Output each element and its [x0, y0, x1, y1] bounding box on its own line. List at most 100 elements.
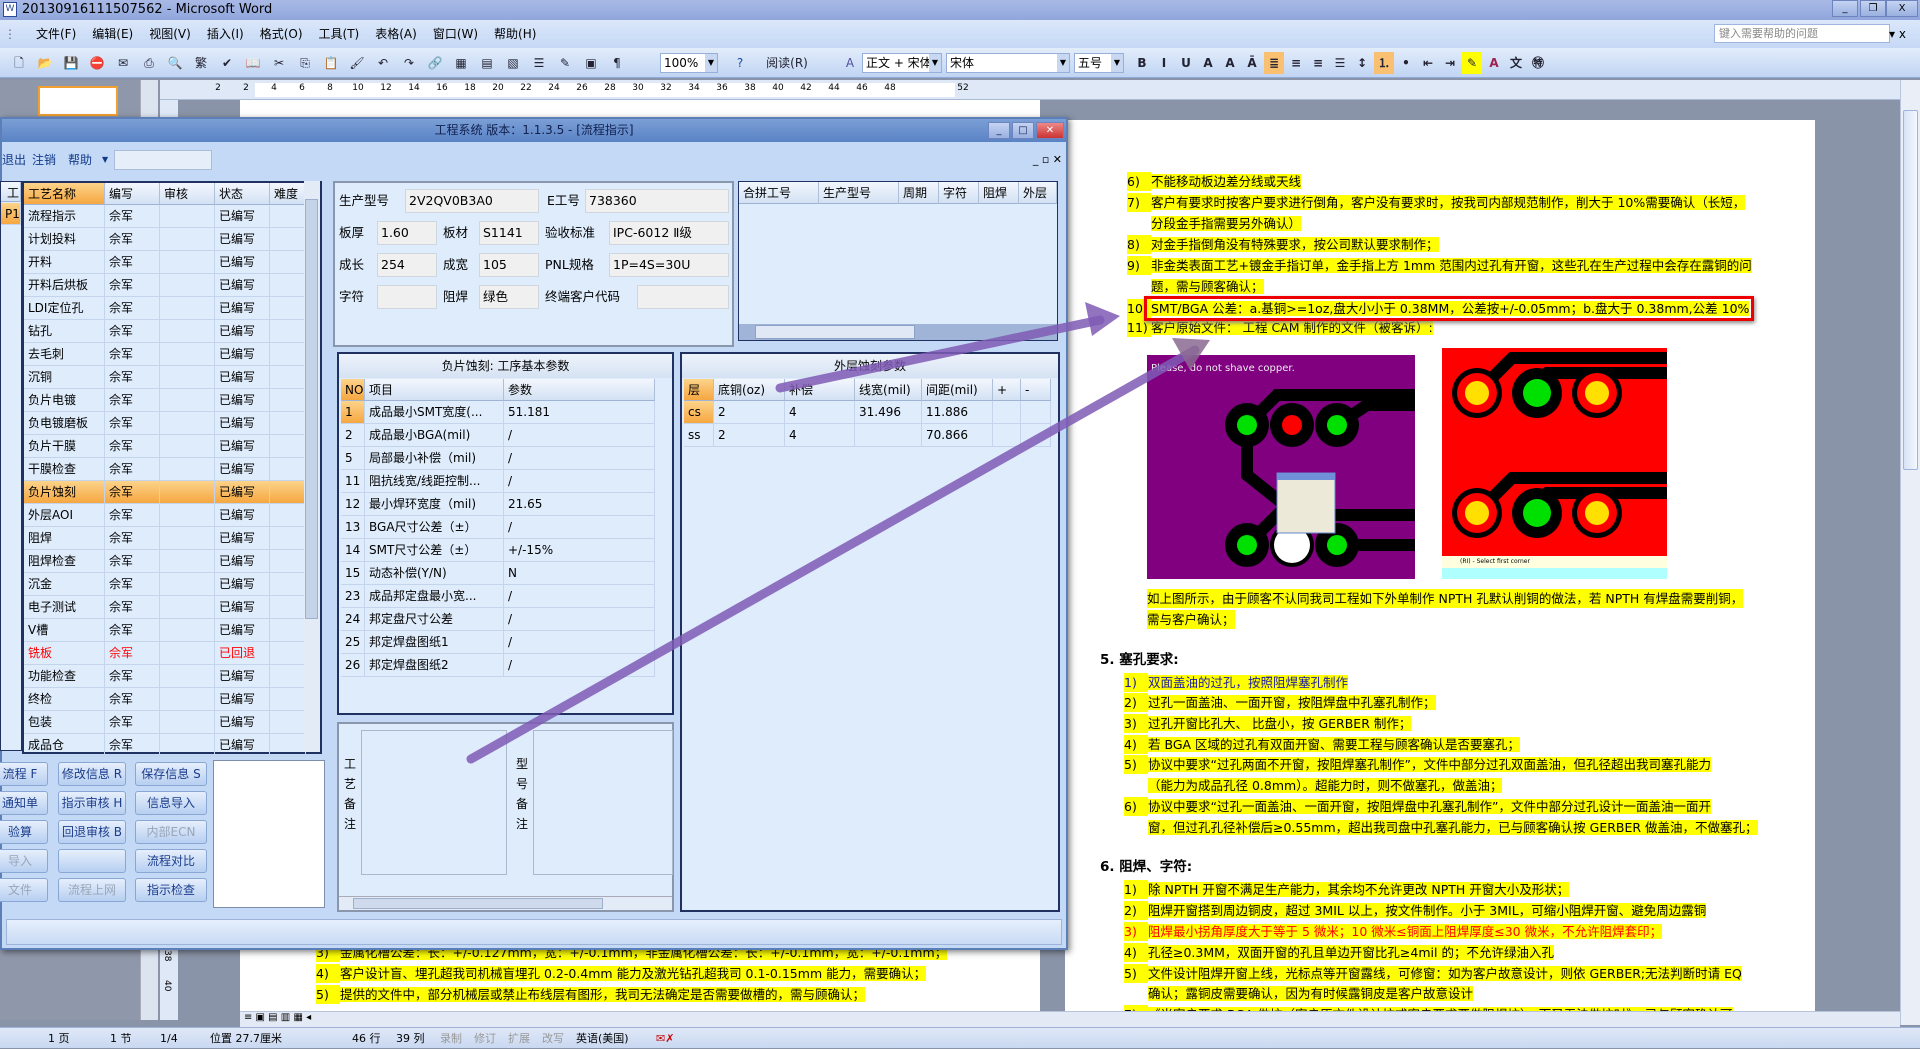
- process-cell[interactable]: 佘军: [105, 435, 160, 458]
- merge-grid-hscrollbar[interactable]: [739, 324, 1057, 340]
- process-cell[interactable]: 已编写: [215, 320, 270, 343]
- param-cell[interactable]: SMT尺寸公差（±）: [365, 539, 504, 562]
- process-cell[interactable]: 功能检查: [24, 665, 105, 688]
- outer-cell[interactable]: [993, 424, 1021, 447]
- param-cell[interactable]: 5: [341, 447, 365, 470]
- track-changes-indicator[interactable]: 修订: [474, 1028, 496, 1049]
- trad-chinese-icon[interactable]: 繁: [190, 52, 212, 74]
- process-cell[interactable]: 佘军: [105, 458, 160, 481]
- outer-cell[interactable]: 4: [785, 401, 855, 424]
- process-cell[interactable]: 已编写: [215, 389, 270, 412]
- solder-mask-field[interactable]: 绿色: [479, 285, 539, 309]
- outdent-icon[interactable]: ⇤: [1418, 52, 1438, 74]
- process-cell[interactable]: [270, 596, 306, 619]
- outer-cell[interactable]: 70.866: [922, 424, 993, 447]
- process-cell[interactable]: [270, 734, 306, 757]
- redo-icon[interactable]: ↷: [398, 52, 420, 74]
- process-cell[interactable]: [270, 412, 306, 435]
- param-cell[interactable]: 25: [341, 631, 365, 654]
- thickness-field[interactable]: 1.60: [377, 221, 437, 245]
- zoom-select[interactable]: 100% ▼: [660, 53, 718, 73]
- copy-icon[interactable]: ⎘: [294, 52, 316, 74]
- mdi-controls[interactable]: _ ▫ ✕: [1033, 147, 1062, 173]
- new-doc-icon[interactable]: 🗋: [8, 52, 30, 74]
- param-cell[interactable]: 邦定焊盘图纸1: [365, 631, 504, 654]
- process-cell[interactable]: [160, 435, 215, 458]
- process-cell[interactable]: [270, 251, 306, 274]
- process-cell[interactable]: 佘军: [105, 527, 160, 550]
- process-cell[interactable]: [160, 734, 215, 757]
- param-cell[interactable]: 邦定盘尺寸公差: [365, 608, 504, 631]
- indent-icon[interactable]: ⇥: [1440, 52, 1460, 74]
- extend-indicator[interactable]: 扩展: [508, 1028, 530, 1049]
- font-color-icon[interactable]: A: [1484, 52, 1504, 74]
- model-remark-input[interactable]: [533, 730, 673, 875]
- styles-icon[interactable]: A: [840, 52, 860, 74]
- process-cell[interactable]: [160, 274, 215, 297]
- param-cell[interactable]: /: [504, 470, 655, 493]
- process-cell[interactable]: [160, 573, 215, 596]
- param-cell[interactable]: /: [504, 654, 655, 677]
- remarks-hscrollbar[interactable]: [339, 896, 672, 910]
- process-cell[interactable]: [270, 205, 306, 228]
- process-cell[interactable]: [270, 366, 306, 389]
- action-button[interactable]: 指示检查: [135, 878, 207, 902]
- underline-icon[interactable]: U: [1176, 52, 1196, 74]
- process-cell[interactable]: [270, 389, 306, 412]
- action-button[interactable]: 通知单: [0, 791, 48, 815]
- open-icon[interactable]: 📂: [34, 52, 56, 74]
- menu-item-6[interactable]: 表格(A): [367, 20, 425, 48]
- process-cell[interactable]: 已编写: [215, 527, 270, 550]
- param-cell[interactable]: 成品最小BGA(mil): [365, 424, 504, 447]
- cut-icon[interactable]: ✂: [268, 52, 290, 74]
- process-cell[interactable]: 铣板: [24, 642, 105, 665]
- process-cell[interactable]: [160, 251, 215, 274]
- process-cell[interactable]: 终检: [24, 688, 105, 711]
- process-cell[interactable]: 已编写: [215, 711, 270, 734]
- app-maximize-button[interactable]: □: [1012, 122, 1034, 139]
- process-cell[interactable]: 佘军: [105, 642, 160, 665]
- process-cell[interactable]: 沉金: [24, 573, 105, 596]
- column-header[interactable]: 层: [684, 379, 714, 401]
- bold-icon[interactable]: B: [1132, 52, 1152, 74]
- menu-item-1[interactable]: 编辑(E): [84, 20, 141, 48]
- process-cell[interactable]: 已编写: [215, 665, 270, 688]
- process-cell[interactable]: 佘军: [105, 205, 160, 228]
- bullets-icon[interactable]: •: [1396, 52, 1416, 74]
- param-cell[interactable]: 13: [341, 516, 365, 539]
- process-cell[interactable]: 已编写: [215, 343, 270, 366]
- process-cell[interactable]: 佘军: [105, 251, 160, 274]
- param-cell[interactable]: 最小焊环宽度（mil): [365, 493, 504, 516]
- param-cell[interactable]: 15: [341, 562, 365, 585]
- menu-item-2[interactable]: 视图(V): [141, 20, 199, 48]
- process-cell[interactable]: 电子测试: [24, 596, 105, 619]
- action-button[interactable]: 导入: [0, 849, 48, 873]
- column-header[interactable]: 状态: [215, 183, 270, 205]
- outer-cell[interactable]: ss: [684, 424, 714, 447]
- process-cell[interactable]: 已回退: [215, 642, 270, 665]
- action-button[interactable]: 指示审核 H: [58, 791, 126, 815]
- process-cell[interactable]: [270, 504, 306, 527]
- menu-item-0[interactable]: 文件(F): [28, 20, 84, 48]
- permission-icon[interactable]: ⛔: [86, 52, 108, 74]
- column-header[interactable]: 工艺名称: [24, 183, 105, 205]
- print-icon[interactable]: ⎙: [138, 52, 160, 74]
- document-horizontal-scrollbar[interactable]: ≡ ▣ ▤ ▥ ▦ ◂: [240, 1011, 1900, 1027]
- process-cell[interactable]: 佘军: [105, 734, 160, 757]
- param-cell[interactable]: /: [504, 608, 655, 631]
- column-header[interactable]: NO: [341, 379, 365, 401]
- left-stub-grid[interactable]: 工 P1: [0, 181, 22, 751]
- process-cell[interactable]: [160, 205, 215, 228]
- process-cell[interactable]: 已编写: [215, 504, 270, 527]
- excel-icon[interactable]: ▧: [502, 52, 524, 74]
- param-cell[interactable]: 阻抗线宽/线距控制...: [365, 470, 504, 493]
- app-close-button[interactable]: ✕: [1036, 122, 1064, 139]
- process-cell[interactable]: 外层AOI: [24, 504, 105, 527]
- process-cell[interactable]: [270, 573, 306, 596]
- param-cell[interactable]: 26: [341, 654, 365, 677]
- process-cell[interactable]: 佘军: [105, 504, 160, 527]
- record-indicator[interactable]: 录制: [440, 1028, 462, 1049]
- column-header[interactable]: 字符: [939, 182, 979, 204]
- process-cell[interactable]: [270, 297, 306, 320]
- param-cell[interactable]: 14: [341, 539, 365, 562]
